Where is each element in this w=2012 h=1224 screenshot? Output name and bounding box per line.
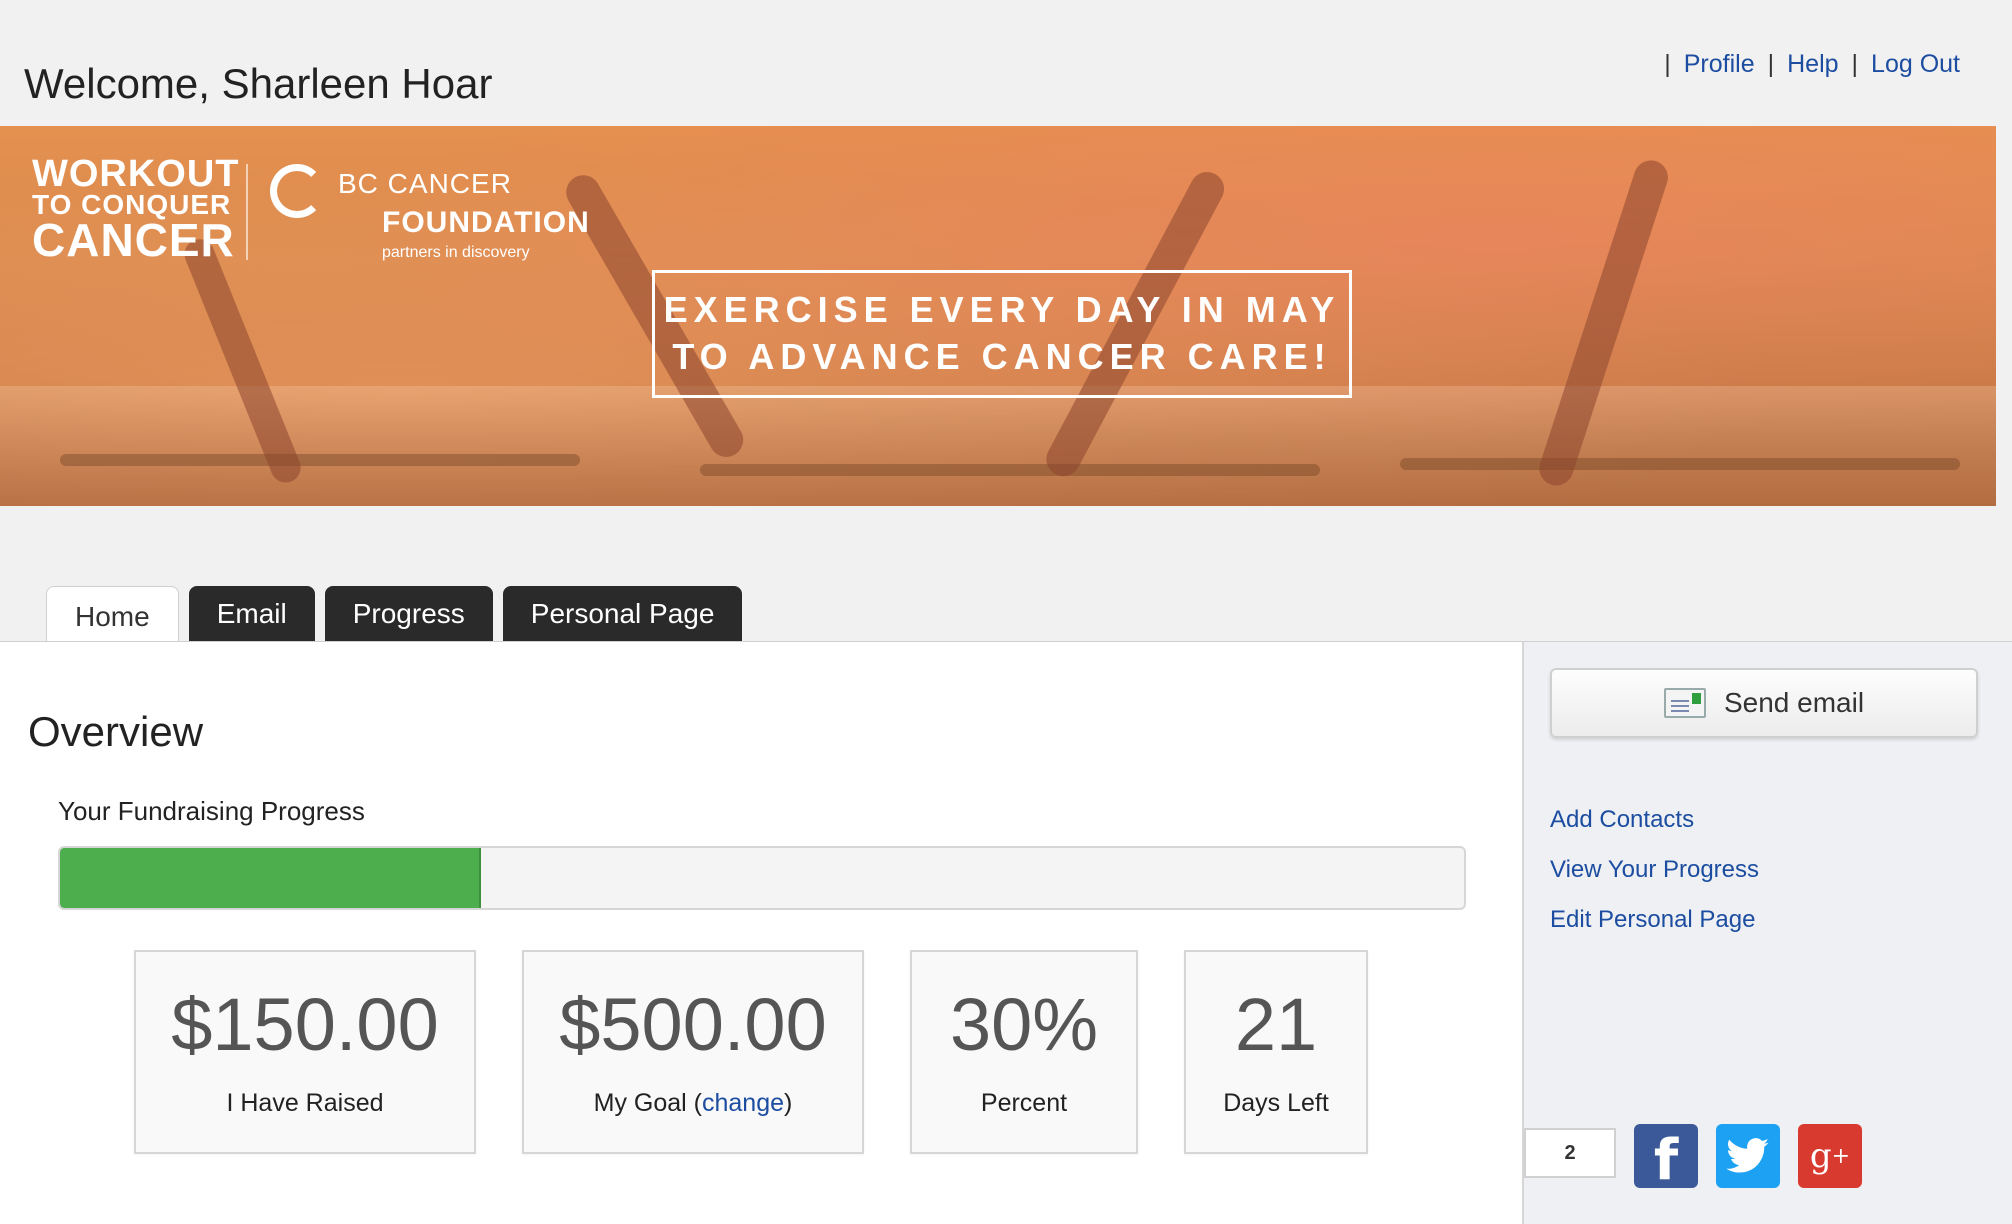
progress-fill (60, 848, 482, 908)
nav-separator: | (1767, 50, 1775, 78)
banner-mat (60, 454, 580, 466)
top-nav: | Profile | Help | Log Out (1651, 50, 1960, 79)
tab-progress[interactable]: Progress (324, 586, 493, 642)
hero-banner: WORKOUT TO CONQUER CANCER BC CANCER FOUN… (0, 126, 1996, 506)
logout-link[interactable]: Log Out (1871, 50, 1960, 79)
slogan-line: EXERCISE EVERY DAY IN MAY (663, 289, 1341, 331)
foundation-name: BC CANCER (338, 168, 512, 199)
help-link[interactable]: Help (1787, 50, 1838, 79)
google-plus-icon[interactable]: g + (1798, 1124, 1862, 1188)
logo-line: WORKOUT (32, 153, 240, 195)
stat-raised: $150.00 I Have Raised (134, 950, 476, 1154)
stat-value: 21 (1234, 983, 1318, 1066)
twitter-bird-icon (1726, 1138, 1769, 1173)
stat-value: 30% (949, 983, 1099, 1066)
view-progress-link[interactable]: View Your Progress (1550, 856, 1759, 884)
goal-label-suffix: ) (784, 1089, 793, 1117)
send-email-button[interactable]: Send email (1550, 668, 1978, 738)
envelope-icon (1663, 688, 1706, 718)
foundation-tagline: partners in discovery (382, 244, 530, 261)
logo-line: CANCER (32, 213, 235, 266)
goal-label-prefix: My Goal ( (593, 1089, 702, 1117)
sidebar-links: Add Contacts View Your Progress Edit Per… (1550, 806, 1759, 934)
progress-label: Your Fundraising Progress (58, 796, 365, 826)
slogan-line: TO ADVANCE CANCER CARE! (672, 336, 1332, 377)
tab-email[interactable]: Email (188, 586, 315, 642)
edit-personal-page-link[interactable]: Edit Personal Page (1550, 906, 1759, 934)
share-count: 2 (1524, 1128, 1616, 1178)
twitter-icon[interactable] (1716, 1124, 1780, 1188)
stats-row: $150.00 I Have Raised $500.00 My Goal (c… (134, 950, 1368, 1154)
change-goal-link[interactable]: change (702, 1089, 784, 1117)
nav-separator: | (1664, 50, 1671, 78)
sidebar: Send email Add Contacts View Your Progre… (1522, 641, 2012, 1224)
facebook-icon[interactable]: f (1634, 1124, 1698, 1193)
profile-link[interactable]: Profile (1684, 50, 1755, 79)
tab-bar: Home Email Progress Personal Page (46, 586, 743, 646)
page-title: Overview (28, 708, 204, 755)
send-email-label: Send email (1723, 687, 1865, 718)
stat-label: Days Left (1223, 1089, 1329, 1117)
fundraising-progress-bar (58, 846, 1466, 910)
banner-mat (700, 464, 1320, 476)
tab-personal-page[interactable]: Personal Page (502, 586, 743, 642)
workout-to-conquer-cancer-logo: WORKOUT TO CONQUER CANCER (32, 153, 240, 266)
tab-home[interactable]: Home (46, 586, 179, 646)
welcome-heading: Welcome, Sharleen Hoar (24, 60, 493, 107)
banner-mat (1400, 458, 1960, 470)
foundation-name: FOUNDATION (382, 206, 590, 239)
stat-value: $150.00 (171, 983, 439, 1066)
banner-floor (0, 386, 1996, 506)
add-contacts-link[interactable]: Add Contacts (1550, 806, 1759, 834)
nav-separator: | (1851, 50, 1859, 78)
logo-divider (246, 164, 248, 260)
foundation-ring-icon (270, 164, 324, 218)
stat-goal: $500.00 My Goal (change) (522, 950, 864, 1154)
stat-value: $500.00 (559, 983, 827, 1066)
stat-label: I Have Raised (226, 1089, 384, 1117)
stat-days-left: 21 Days Left (1184, 950, 1368, 1154)
stat-label: Percent (980, 1089, 1068, 1117)
main-panel: Overview Your Fundraising Progress $150.… (0, 641, 1522, 1224)
stat-percent: 30% Percent (910, 950, 1138, 1154)
banner-slogan: EXERCISE EVERY DAY IN MAY TO ADVANCE CAN… (652, 270, 1352, 398)
stat-label: My Goal (change) (594, 1089, 793, 1118)
